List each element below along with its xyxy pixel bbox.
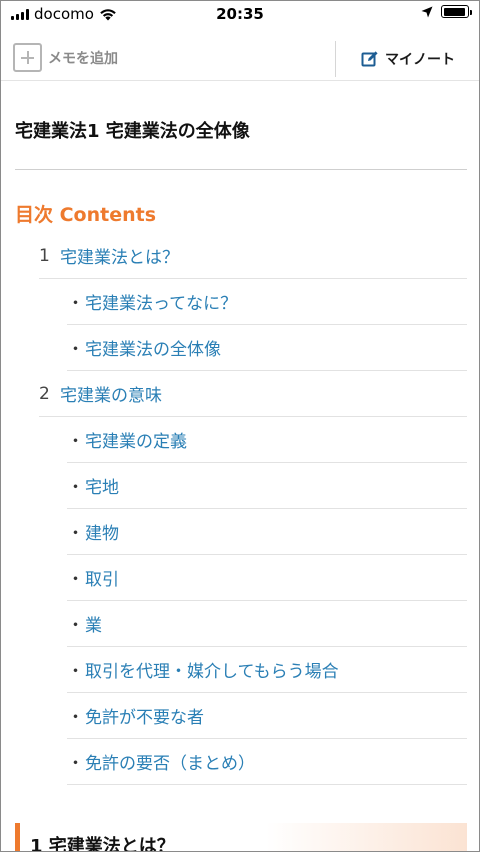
toc-subitem[interactable]: ・ 業 [67, 601, 467, 647]
toc-bullet: ・ [67, 616, 84, 636]
add-memo-button[interactable]: メモを追加 [13, 43, 118, 72]
toc-subitem[interactable]: ・ 取引 [67, 555, 467, 601]
toc-subitem[interactable]: ・ 宅建業の定義 [67, 417, 467, 463]
toc-link[interactable]: 宅地 [85, 473, 119, 498]
toc-link[interactable]: 宅建業法の全体像 [85, 335, 221, 360]
toc-link[interactable]: 建物 [85, 519, 119, 544]
battery-icon [441, 5, 472, 18]
toc-item-number: 2 [39, 383, 50, 404]
toc-subitem[interactable]: ・ 免許が不要な者 [67, 693, 467, 739]
screen: docomo 20:35 メモを追加 マイノート 宅建業法1 宅建業法の全体像 … [0, 0, 480, 852]
toc-link[interactable]: 免許の要否（まとめ） [85, 749, 255, 774]
toc-bullet: ・ [67, 432, 84, 452]
section-heading: 1 宅建業法とは？ [15, 823, 467, 851]
toc-subitem[interactable]: ・ 取引を代理・媒介してもらう場合 [67, 647, 467, 693]
toc-link[interactable]: 業 [85, 611, 102, 636]
toc-item[interactable]: 2 宅建業の意味 [39, 371, 467, 417]
page-title: 宅建業法1 宅建業法の全体像 [15, 121, 250, 142]
toolbar-divider [335, 41, 336, 77]
toc-link[interactable]: 宅建業の定義 [85, 427, 187, 452]
toc-link[interactable]: 取引を代理・媒介してもらう場合 [85, 657, 339, 682]
toc-link[interactable]: 宅建業の意味 [60, 381, 162, 406]
toc-heading: 目次 Contents [15, 204, 157, 226]
my-note-button[interactable]: マイノート [361, 49, 455, 69]
plus-icon [13, 43, 42, 72]
toc-item-number: 1 [39, 245, 50, 266]
toc-link[interactable]: 宅建業法とは？ [60, 243, 179, 268]
toc-subitem[interactable]: ・ 免許の要否（まとめ） [67, 739, 467, 785]
toc-link[interactable]: 免許が不要な者 [85, 703, 204, 728]
toc-subitem[interactable]: ・ 宅建業法ってなに？ [67, 279, 467, 325]
toc-bullet: ・ [67, 524, 84, 544]
add-memo-label: メモを追加 [48, 50, 118, 67]
toc-bullet: ・ [67, 340, 84, 360]
location-arrow-icon [421, 6, 433, 17]
battery-level [443, 7, 466, 16]
toolbar: メモを追加 マイノート [1, 39, 479, 81]
toc-subitem[interactable]: ・ 宅建業法の全体像 [67, 325, 467, 371]
status-right [421, 5, 472, 18]
toc-subitem[interactable]: ・ 建物 [67, 509, 467, 555]
toc-item[interactable]: 1 宅建業法とは？ [39, 233, 467, 279]
toc-bullet: ・ [67, 478, 84, 498]
toc-bullet: ・ [67, 662, 84, 682]
title-divider [15, 169, 467, 170]
status-time: 20:35 [216, 5, 264, 23]
toc-subitem[interactable]: ・ 宅地 [67, 463, 467, 509]
toc-bullet: ・ [67, 708, 84, 728]
status-bar: docomo 20:35 [1, 1, 479, 27]
toc-bullet: ・ [67, 294, 84, 314]
toc-link[interactable]: 取引 [85, 565, 119, 590]
edit-note-icon [361, 51, 378, 67]
toc-bullet: ・ [67, 754, 84, 774]
my-note-label: マイノート [385, 52, 455, 68]
table-of-contents: 1 宅建業法とは？ ・ 宅建業法ってなに？ ・ 宅建業法の全体像 2 宅建業の意… [39, 233, 467, 785]
toc-bullet: ・ [67, 570, 84, 590]
toc-link[interactable]: 宅建業法ってなに？ [85, 289, 237, 314]
